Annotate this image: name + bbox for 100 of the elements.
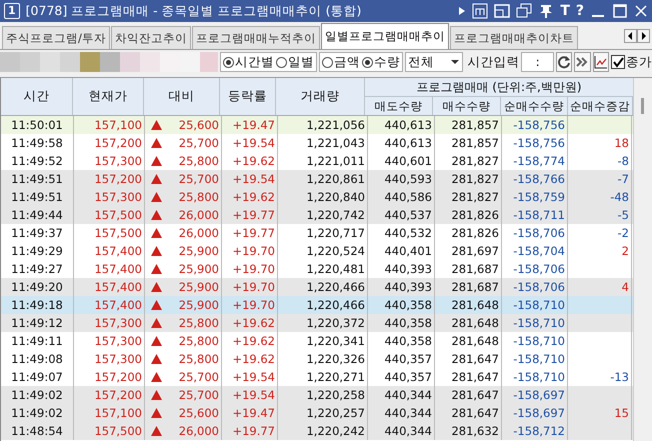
column-header[interactable]: 거래량 xyxy=(276,78,366,115)
rate-cell: +19.77 xyxy=(232,424,275,438)
tab[interactable]: 차익잔고추이 xyxy=(110,26,191,49)
net-buy-cell: -158,711 xyxy=(513,208,565,222)
volume-cell: 1,221,043 xyxy=(306,136,365,150)
rate-cell: +19.70 xyxy=(232,244,275,258)
volume-cell: 1,221,011 xyxy=(306,154,365,168)
time-cell: 11:49:52 xyxy=(11,154,63,168)
buy-cell: 281,857 xyxy=(451,136,499,150)
net-buy-cell: -158,706 xyxy=(513,262,565,276)
sell-cell: 440,358 xyxy=(384,316,432,330)
price-cell: 157,300 xyxy=(94,154,142,168)
net-buy-cell: -158,774 xyxy=(513,154,565,168)
change-cell: 25,800 xyxy=(178,352,219,366)
table-row[interactable]: 11:49:44 157,500 26,000 +19.77 1,220,742 440,537 281,826 -158,711 -5 xyxy=(1,206,633,224)
buy-cell: 281,857 xyxy=(451,118,499,132)
rate-cell: +19.62 xyxy=(232,190,275,204)
table-row[interactable]: 11:49:51 157,300 25,800 +19.62 1,220,840 440,586 281,827 -158,759 -48 xyxy=(1,188,633,206)
table-row[interactable]: 11:49:51 157,200 25,700 +19.54 1,220,861 440,593 281,827 -158,766 -7 xyxy=(1,170,633,188)
rate-cell: +19.62 xyxy=(232,154,275,168)
column-header[interactable]: 매수수량 xyxy=(433,97,502,115)
rate-cell: +19.70 xyxy=(232,262,275,276)
window-number: 1 xyxy=(4,3,20,19)
table-row[interactable]: 11:50:01 157,100 25,600 +19.47 1,221,056 440,613 281,857 -158,756 xyxy=(1,116,633,134)
filter-dropdown[interactable]: 전체 xyxy=(405,52,464,72)
time-cell: 11:49:07 xyxy=(11,370,63,384)
change-cell: 25,600 xyxy=(178,118,219,132)
column-header[interactable]: 순매수수량 xyxy=(501,97,568,115)
change-cell: 25,700 xyxy=(178,172,219,186)
tab[interactable]: 프로그램매매누적추이 xyxy=(192,26,320,49)
rate-cell: +19.47 xyxy=(232,118,275,132)
title-text-button[interactable]: T xyxy=(560,3,570,19)
price-cell: 157,300 xyxy=(94,316,142,330)
net-buy-cell: -158,712 xyxy=(513,424,565,438)
time-cell: 11:49:11 xyxy=(11,334,63,348)
price-cell: 157,300 xyxy=(94,352,142,366)
volume-cell: 1,220,861 xyxy=(306,172,365,186)
buy-cell: 281,647 xyxy=(451,352,499,366)
tab[interactable]: 일별프로그램매매추이 xyxy=(320,23,449,49)
buy-cell: 281,632 xyxy=(451,424,499,438)
sell-cell: 440,344 xyxy=(384,424,432,438)
change-cell: 25,800 xyxy=(178,316,219,330)
close-price-checkbox[interactable]: 종가 xyxy=(611,54,652,70)
price-cell: 157,200 xyxy=(94,172,142,186)
column-header[interactable]: 시간 xyxy=(1,78,74,115)
buy-cell: 281,648 xyxy=(451,316,499,330)
net-buy-cell: -158,710 xyxy=(513,298,565,312)
radio-option[interactable]: 수량 xyxy=(362,54,400,70)
net-buy-cell: -158,756 xyxy=(513,118,565,132)
time-cell: 11:49:20 xyxy=(11,280,63,294)
rate-cell: +19.54 xyxy=(232,136,275,150)
table-row[interactable]: 11:49:12 157,300 25,800 +19.62 1,220,372 440,358 281,648 -158,710 xyxy=(1,314,633,332)
price-cell: 157,300 xyxy=(94,190,142,204)
table-row[interactable]: 11:49:02 157,200 25,700 +19.54 1,220,258 440,344 281,647 -158,697 xyxy=(1,386,633,404)
net-change-cell: -48 xyxy=(610,190,629,204)
sell-cell: 440,601 xyxy=(384,154,432,168)
price-cell: 157,200 xyxy=(94,388,142,402)
sell-cell: 440,532 xyxy=(384,226,432,240)
table-row[interactable]: 11:49:02 157,100 25,600 +19.47 1,220,257 440,344 281,647 -158,697 15 xyxy=(1,404,633,422)
volume-cell: 1,220,717 xyxy=(306,226,365,240)
sell-cell: 440,401 xyxy=(384,244,432,258)
sell-cell: 440,393 xyxy=(384,280,432,294)
price-cell: 157,400 xyxy=(94,244,142,258)
table-row[interactable]: 11:49:18 157,400 25,900 +19.70 1,220,466 440,358 281,648 -158,710 xyxy=(1,296,633,314)
tab[interactable]: 프로그램매매추이차트 xyxy=(450,26,578,49)
table-row[interactable]: 11:49:20 157,400 25,900 +19.70 1,220,466 440,393 281,687 -158,706 4 xyxy=(1,278,633,296)
column-header[interactable]: 매도수량 xyxy=(365,97,434,115)
volume-cell: 1,220,742 xyxy=(306,208,365,222)
time-input-label: 시간입력 xyxy=(467,54,520,70)
volume-cell: 1,220,341 xyxy=(306,334,365,348)
radio-option[interactable]: 일별 xyxy=(276,54,314,70)
volume-cell: 1,220,466 xyxy=(306,280,365,294)
rate-cell: +19.54 xyxy=(232,172,275,186)
change-cell: 25,800 xyxy=(178,190,219,204)
radio-option[interactable]: 시간별 xyxy=(223,54,274,70)
time-input-field[interactable]: : xyxy=(521,52,554,72)
tab[interactable]: 주식프로그램/투자 xyxy=(2,26,110,49)
radio-option[interactable]: 금액 xyxy=(322,54,360,70)
column-header[interactable]: 현재가 xyxy=(73,78,144,115)
sell-cell: 440,357 xyxy=(384,370,432,384)
change-cell: 25,900 xyxy=(178,298,219,312)
change-cell: 25,800 xyxy=(178,154,219,168)
buy-cell: 281,647 xyxy=(451,370,499,384)
net-buy-cell: -158,710 xyxy=(513,352,565,366)
sell-cell: 440,357 xyxy=(384,352,432,366)
net-change-cell: -5 xyxy=(618,208,629,222)
buy-cell: 281,827 xyxy=(451,172,499,186)
change-cell: 26,000 xyxy=(178,208,219,222)
sell-cell: 440,613 xyxy=(384,136,432,150)
rate-cell: +19.54 xyxy=(232,388,275,402)
price-cell: 157,100 xyxy=(94,406,142,420)
sell-cell: 440,537 xyxy=(384,208,432,222)
change-cell: 25,700 xyxy=(178,370,219,384)
column-header[interactable]: 대비 xyxy=(144,78,220,115)
net-buy-cell: -158,759 xyxy=(513,190,565,204)
table-row[interactable]: 11:48:54 157,500 26,000 +19.77 1,220,242 440,344 281,632 -158,712 xyxy=(1,422,633,440)
column-header[interactable]: 등락률 xyxy=(220,78,276,115)
change-cell: 25,700 xyxy=(178,136,219,150)
buy-cell: 281,647 xyxy=(451,388,499,402)
title-text-button[interactable]: ? xyxy=(576,3,584,19)
